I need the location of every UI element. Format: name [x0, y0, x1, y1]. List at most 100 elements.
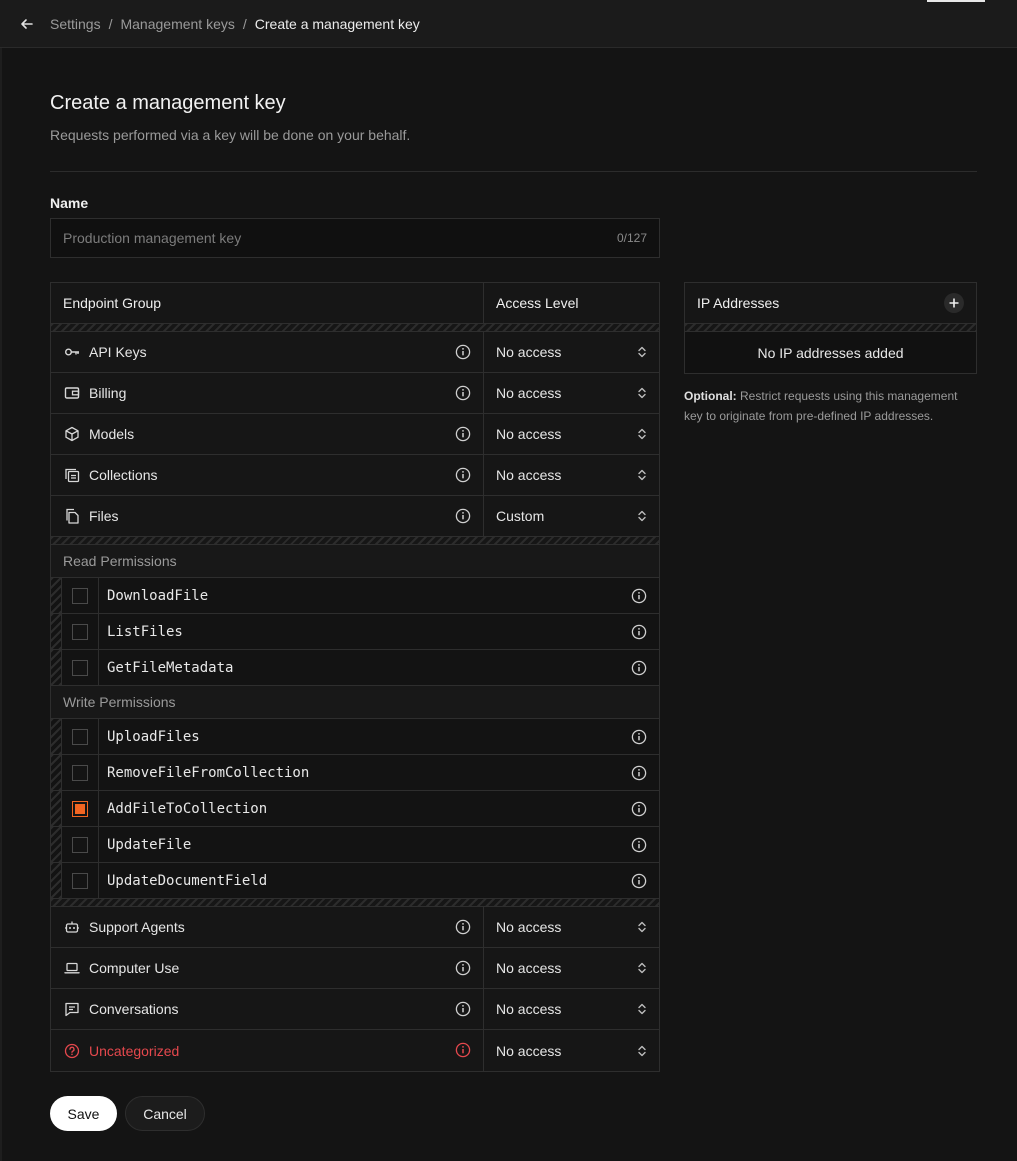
plus-icon — [949, 298, 959, 308]
permission-name-cell: DownloadFile — [99, 578, 659, 613]
laptop-icon — [63, 959, 81, 977]
access-level-value: No access — [496, 919, 562, 935]
save-button[interactable]: Save — [50, 1096, 117, 1131]
access-level-select[interactable]: No access — [484, 948, 659, 988]
checkbox-cell — [61, 791, 99, 826]
left-edge-rule — [0, 48, 2, 1161]
section-divider — [50, 171, 977, 172]
access-level-select[interactable]: No access — [484, 414, 659, 454]
info-icon[interactable] — [455, 508, 471, 524]
files-icon — [63, 507, 81, 525]
access-level-select[interactable]: No access — [484, 455, 659, 495]
table-header: Endpoint Group Access Level — [51, 283, 659, 324]
permission-row: RemoveFileFromCollection — [51, 755, 659, 791]
permission-checkbox[interactable] — [72, 800, 88, 817]
robot-icon — [63, 918, 81, 936]
access-level-select[interactable]: No access — [484, 1030, 659, 1071]
permission-name-cell: UpdateFile — [99, 827, 659, 862]
ip-empty-state: No IP addresses added — [685, 332, 976, 373]
endpoint-group-label: Uncategorized — [89, 1042, 180, 1059]
hatch-stripe — [51, 863, 61, 898]
cancel-button[interactable]: Cancel — [125, 1096, 205, 1131]
page-subtitle: Requests performed via a key will be don… — [50, 127, 411, 143]
name-field[interactable]: 0/127 — [50, 218, 660, 258]
access-level-value: No access — [496, 1042, 562, 1059]
breadcrumb-settings[interactable]: Settings — [50, 16, 101, 32]
access-level-select[interactable]: No access — [484, 907, 659, 947]
info-icon[interactable] — [455, 385, 471, 401]
checkbox-cell — [61, 614, 99, 649]
info-icon[interactable] — [455, 1042, 471, 1058]
hatch-stripe — [51, 578, 61, 613]
breadcrumb: Settings / Management keys / Create a ma… — [50, 16, 420, 32]
permission-name: ListFiles — [107, 623, 183, 640]
col-endpoint-group: Endpoint Group — [51, 283, 484, 323]
permission-row: UpdateDocumentField — [51, 863, 659, 899]
hatch-stripe — [51, 755, 61, 790]
info-icon[interactable] — [631, 837, 647, 853]
ip-note: Optional: Restrict requests using this m… — [684, 386, 977, 426]
endpoint-group-cell: Billing — [51, 373, 484, 413]
endpoint-group-label: Collections — [89, 467, 158, 483]
permission-checkbox[interactable] — [72, 659, 88, 676]
endpoint-group-label: Files — [89, 508, 119, 524]
name-input[interactable] — [63, 230, 617, 246]
info-icon[interactable] — [455, 467, 471, 483]
permission-checkbox[interactable] — [72, 836, 88, 853]
permission-name: GetFileMetadata — [107, 659, 234, 676]
page-title: Create a management key — [50, 92, 286, 114]
info-icon[interactable] — [455, 960, 471, 976]
endpoint-group-row: Uncategorized No access — [51, 1030, 659, 1071]
hatch-divider — [51, 537, 659, 545]
info-icon[interactable] — [631, 624, 647, 640]
permission-checkbox[interactable] — [72, 587, 88, 604]
info-icon[interactable] — [455, 344, 471, 360]
info-icon[interactable] — [455, 1001, 471, 1017]
breadcrumb-management-keys[interactable]: Management keys — [120, 16, 234, 32]
endpoint-group-row: Computer Use No access — [51, 948, 659, 989]
info-icon[interactable] — [631, 873, 647, 889]
access-level-value: Custom — [496, 508, 545, 524]
permission-checkbox[interactable] — [72, 623, 88, 640]
back-arrow-icon[interactable] — [18, 15, 36, 33]
question-icon — [63, 1042, 81, 1060]
ip-title: IP Addresses — [697, 295, 780, 311]
access-level-value: No access — [496, 1001, 562, 1017]
info-icon[interactable] — [631, 801, 647, 817]
ip-header: IP Addresses — [685, 283, 976, 324]
checkbox-cell — [61, 755, 99, 790]
access-level-select[interactable]: No access — [484, 373, 659, 413]
add-ip-button[interactable] — [944, 293, 964, 313]
access-level-select[interactable]: No access — [484, 332, 659, 372]
permission-checkbox[interactable] — [72, 872, 88, 889]
access-level-select[interactable]: No access — [484, 989, 659, 1029]
breadcrumb-separator: / — [242, 15, 247, 32]
permission-checkbox[interactable] — [72, 728, 88, 745]
endpoint-group-row: Conversations No access — [51, 989, 659, 1030]
permission-name: AddFileToCollection — [107, 800, 268, 817]
char-counter: 0/127 — [616, 231, 647, 245]
hatch-divider — [51, 324, 659, 332]
info-icon[interactable] — [631, 765, 647, 781]
chevron-up-down-icon — [637, 1044, 647, 1058]
hatch-stripe — [51, 719, 61, 754]
permission-checkbox[interactable] — [72, 764, 88, 781]
checkbox-cell — [61, 863, 99, 898]
endpoint-group-cell: Conversations — [51, 989, 484, 1029]
access-level-select[interactable]: Custom — [484, 496, 659, 536]
chevron-up-down-icon — [637, 509, 647, 523]
endpoint-group-cell: API Keys — [51, 332, 484, 372]
ip-note-optional: Optional: — [684, 389, 737, 403]
info-icon[interactable] — [631, 729, 647, 745]
info-icon[interactable] — [455, 919, 471, 935]
access-level-value: No access — [496, 344, 562, 360]
hatch-stripe — [51, 650, 61, 685]
endpoint-group-label: Support Agents — [89, 919, 185, 935]
info-icon[interactable] — [631, 588, 647, 604]
info-icon[interactable] — [455, 426, 471, 442]
endpoint-group-row: Collections No access — [51, 455, 659, 496]
access-level-value: No access — [496, 426, 562, 442]
info-icon[interactable] — [631, 660, 647, 676]
cube-icon — [63, 425, 81, 443]
collections-icon — [63, 466, 81, 484]
